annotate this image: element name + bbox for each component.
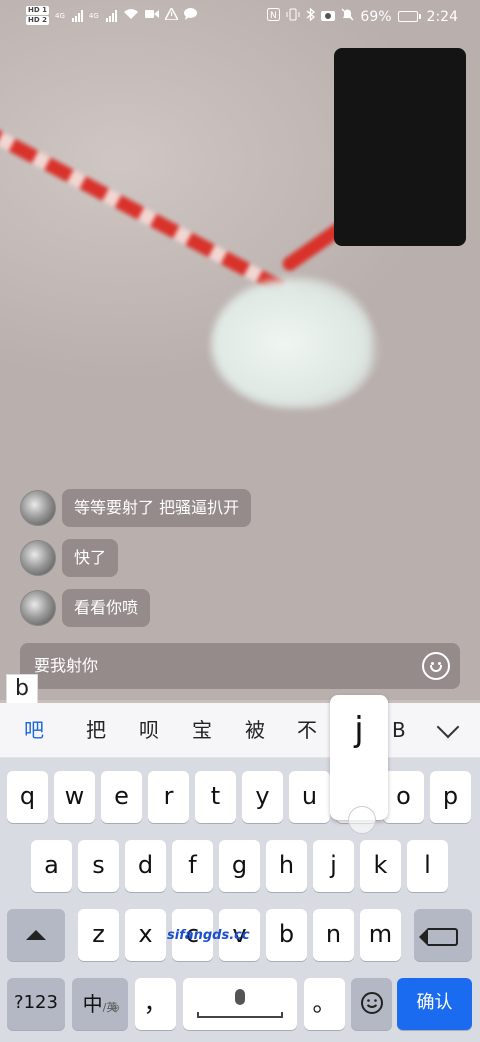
key[interactable]: t [195, 771, 236, 823]
comma-key[interactable]: ， [135, 978, 176, 1030]
key[interactable]: q [7, 771, 48, 823]
wifi-icon [123, 8, 139, 24]
key[interactable]: h [266, 840, 307, 892]
bluetooth-icon [306, 7, 316, 25]
status-bar: HD 1 HD 2 4G 4G N 69% 2:24 [0, 0, 480, 34]
space-bar-icon [197, 1012, 283, 1018]
emoji-key[interactable] [351, 978, 392, 1030]
key[interactable]: o [383, 771, 424, 823]
message-bubble: 等等要射了 把骚逼扒开 [62, 489, 252, 527]
message-bubble: 快了 [62, 539, 119, 577]
touch-indicator [348, 806, 376, 834]
svg-text:N: N [270, 11, 277, 21]
chevron-down-icon[interactable] [436, 715, 460, 739]
ime-candidate[interactable]: 呗 [139, 703, 159, 758]
ime-candidate-bar: 吧 把 呗 宝 被 不 B [0, 703, 480, 758]
ime-candidate[interactable]: 不 [297, 703, 317, 758]
chat-message: 等等要射了 把骚逼扒开 [20, 488, 252, 528]
lang-key-main: 中 [82, 992, 103, 1016]
space-key[interactable] [183, 978, 297, 1030]
ime-composing-text: b [6, 674, 38, 704]
backspace-key[interactable] [414, 909, 472, 961]
key[interactable]: s [78, 840, 119, 892]
battery-icon [397, 11, 421, 22]
chat-message: 看看你喷 [20, 588, 251, 628]
shift-icon [26, 930, 46, 940]
mute-icon [341, 8, 354, 25]
key[interactable]: d [125, 840, 166, 892]
period-key[interactable]: 。 [304, 978, 345, 1030]
battery-percent: 69% [360, 8, 392, 25]
key[interactable]: g [219, 840, 260, 892]
key[interactable]: a [31, 840, 72, 892]
vibrate-icon [286, 8, 300, 25]
key[interactable]: n [313, 909, 354, 961]
key[interactable]: b [266, 909, 307, 961]
chat-list: 等等要射了 把骚逼扒开 快了 看看你喷 [20, 488, 252, 638]
message-input-value: 要我射你 [34, 656, 99, 675]
warning-icon [163, 5, 180, 24]
key[interactable]: z [78, 909, 119, 961]
key[interactable]: k [360, 840, 401, 892]
key[interactable]: u [289, 771, 330, 823]
ime-candidate[interactable]: B [392, 703, 406, 758]
key[interactable]: f [172, 840, 213, 892]
numbers-key[interactable]: ?123 [7, 978, 65, 1030]
avatar[interactable] [20, 590, 56, 626]
key[interactable]: y [242, 771, 283, 823]
signal-icon [71, 9, 83, 22]
network-type-label: 4G [54, 11, 65, 20]
confirm-key[interactable]: 确认 [397, 978, 472, 1030]
video-content [212, 278, 372, 408]
globe-icon: ⊕ [111, 1003, 120, 1014]
shift-key[interactable] [7, 909, 65, 961]
emoji-icon[interactable] [422, 652, 450, 680]
key[interactable]: m [360, 909, 401, 961]
message-icon [183, 7, 197, 24]
ime-candidate[interactable]: 宝 [192, 703, 212, 758]
backspace-icon [419, 928, 458, 946]
avatar[interactable] [20, 490, 56, 526]
key-preview-popup: j [330, 695, 388, 820]
avatar[interactable] [20, 540, 56, 576]
video-icon [144, 8, 159, 23]
camera-icon [321, 9, 336, 25]
ime-candidate[interactable]: 吧 [24, 703, 44, 758]
key[interactable]: l [407, 840, 448, 892]
hd-badge: HD 1 HD 2 [26, 6, 49, 25]
ime-candidate[interactable]: 被 [245, 703, 265, 758]
network-type-label: 4G [88, 11, 99, 20]
emoji-icon [360, 992, 383, 1014]
signal-icon [105, 9, 117, 22]
chat-message: 快了 [20, 538, 251, 578]
language-switch-key[interactable]: 中/英 ⊕ [72, 978, 128, 1030]
message-input[interactable]: 要我射你 [20, 643, 460, 689]
message-bubble: 看看你喷 [62, 589, 151, 627]
key[interactable]: p [430, 771, 471, 823]
key[interactable]: x [125, 909, 166, 961]
watermark: sifangds.cc [167, 928, 250, 943]
mic-icon [235, 989, 245, 1005]
key[interactable]: j [313, 840, 354, 892]
pip-self-video[interactable] [334, 48, 466, 246]
nfc-icon: N [267, 8, 281, 25]
keyboard: q w e r t y u i o p a s d f g h j k l z … [0, 758, 480, 1042]
key[interactable]: w [54, 771, 95, 823]
ime-candidate[interactable]: 把 [86, 703, 106, 758]
key[interactable]: r [148, 771, 189, 823]
key[interactable]: e [101, 771, 142, 823]
clock: 2:24 [426, 8, 458, 25]
